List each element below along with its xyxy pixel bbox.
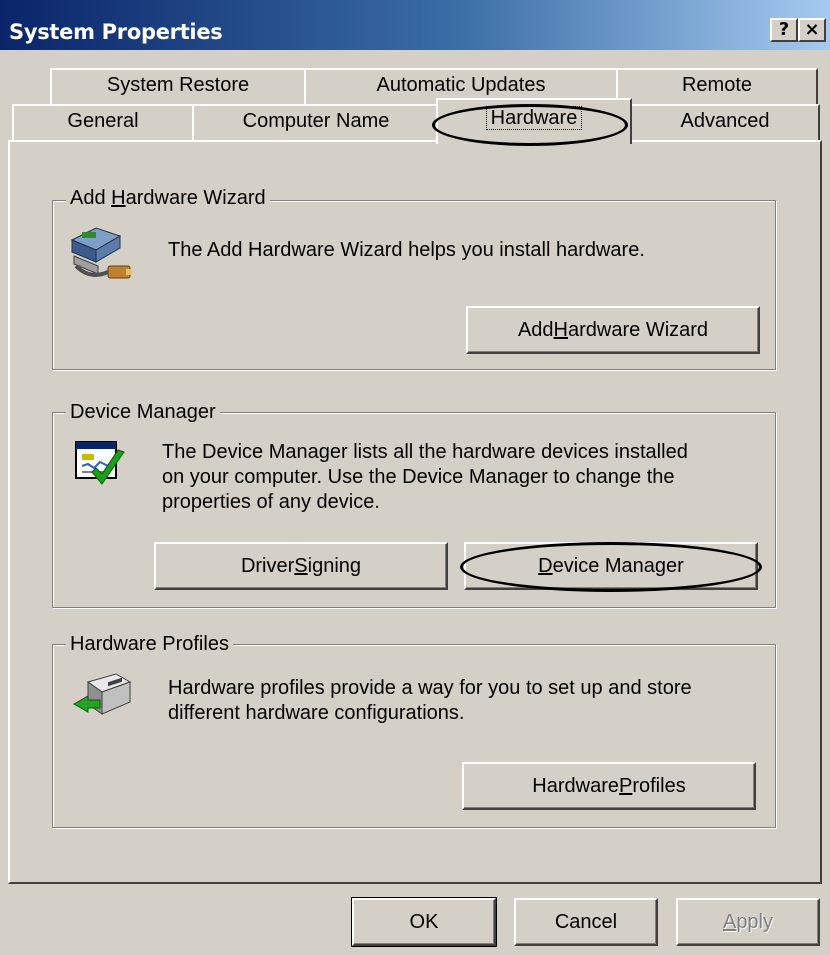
tab-advanced[interactable]: Advanced xyxy=(630,104,820,142)
tab-label: General xyxy=(67,110,139,132)
tab-label: Hardware xyxy=(485,106,583,130)
hardware-profiles-icon xyxy=(72,670,134,722)
hardware-profiles-description: Hardware profiles provide a way for you … xyxy=(168,676,692,726)
tab-general[interactable]: General xyxy=(12,104,194,142)
tab-label: Remote xyxy=(681,74,753,96)
device-manager-icon xyxy=(74,440,128,492)
tab-label: Automatic Updates xyxy=(376,74,546,96)
hardware-profiles-button[interactable]: Hardware Profiles xyxy=(462,762,756,810)
tab-label: Advanced xyxy=(680,110,770,132)
device-manager-description: The Device Manager lists all the hardwar… xyxy=(162,440,688,515)
hardware-wizard-icon xyxy=(68,222,136,290)
add-hardware-wizard-button[interactable]: Add Hardware Wizard xyxy=(466,306,760,354)
tab-label: Computer Name xyxy=(242,110,390,132)
apply-button[interactable]: Apply xyxy=(676,898,820,946)
tab-label: System Restore xyxy=(106,74,250,96)
description-line: The Device Manager lists all the hardwar… xyxy=(162,441,688,463)
description-line: on your computer. Use the Device Manager… xyxy=(162,466,675,488)
tab-hardware[interactable]: Hardware xyxy=(436,98,632,144)
tab-system-restore[interactable]: System Restore xyxy=(50,68,306,104)
window-title: System Properties xyxy=(9,20,223,44)
ok-button[interactable]: OK xyxy=(351,897,497,947)
driver-signing-button[interactable]: Driver Signing xyxy=(154,542,448,590)
description-line: different hardware configurations. xyxy=(168,702,465,724)
hardware-profiles-group-title: Hardware Profiles xyxy=(66,632,233,656)
tab-computer-name[interactable]: Computer Name xyxy=(192,104,440,142)
tab-remote[interactable]: Remote xyxy=(616,68,818,104)
device-manager-group-title: Device Manager xyxy=(66,400,220,424)
help-button[interactable]: ? xyxy=(770,18,798,42)
device-manager-button[interactable]: Device Manager xyxy=(464,542,758,590)
close-button[interactable]: × xyxy=(798,18,826,42)
description-line: properties of any device. xyxy=(162,491,380,513)
cancel-button[interactable]: Cancel xyxy=(514,898,658,946)
add-hardware-description: The Add Hardware Wizard helps you instal… xyxy=(168,239,645,261)
description-line: Hardware profiles provide a way for you … xyxy=(168,677,692,699)
add-hardware-wizard-group-title: Add Hardware Wizard xyxy=(66,186,270,210)
